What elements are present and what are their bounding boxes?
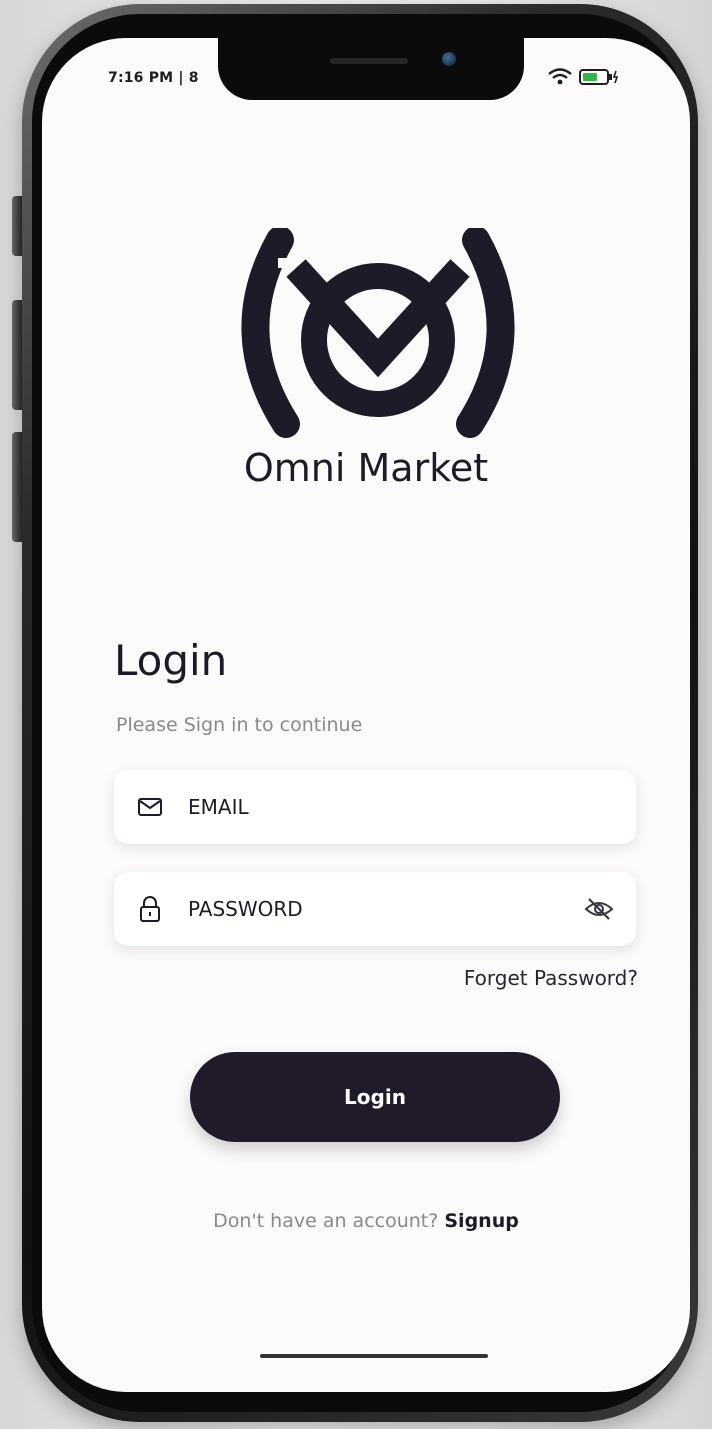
email-placeholder: EMAIL	[188, 795, 249, 819]
battery-icon	[579, 68, 619, 90]
omni-market-logo	[238, 226, 518, 438]
front-camera	[442, 52, 456, 66]
mail-icon	[136, 793, 164, 821]
home-indicator[interactable]	[260, 1354, 488, 1358]
status-icons	[547, 68, 619, 90]
lock-icon	[136, 895, 164, 923]
email-field[interactable]: EMAIL	[114, 770, 636, 844]
volume-up-button	[12, 300, 22, 410]
page-subtitle: Please Sign in to continue	[116, 714, 363, 736]
login-button[interactable]: Login	[190, 1052, 560, 1142]
eye-off-icon[interactable]	[584, 894, 614, 924]
password-field[interactable]: PASSWORD	[114, 872, 636, 946]
no-account-text: Don't have an account?	[213, 1210, 439, 1232]
forget-password-link[interactable]: Forget Password?	[464, 966, 638, 990]
app-screen: 7:16 PM | 8 Omni Market Login Please Sig…	[42, 38, 690, 1392]
signup-link[interactable]: Signup	[444, 1210, 518, 1232]
brand-name: Omni Market	[243, 446, 489, 490]
signup-prompt: Don't have an account? Signup	[42, 1210, 690, 1232]
wifi-icon	[547, 68, 573, 90]
page-title: Login	[114, 636, 228, 685]
notch	[218, 38, 524, 100]
silent-switch	[12, 196, 22, 256]
earpiece-speaker	[330, 58, 408, 64]
status-time: 7:16 PM | 8	[108, 70, 199, 86]
volume-down-button	[12, 432, 22, 542]
password-placeholder: PASSWORD	[188, 897, 303, 921]
